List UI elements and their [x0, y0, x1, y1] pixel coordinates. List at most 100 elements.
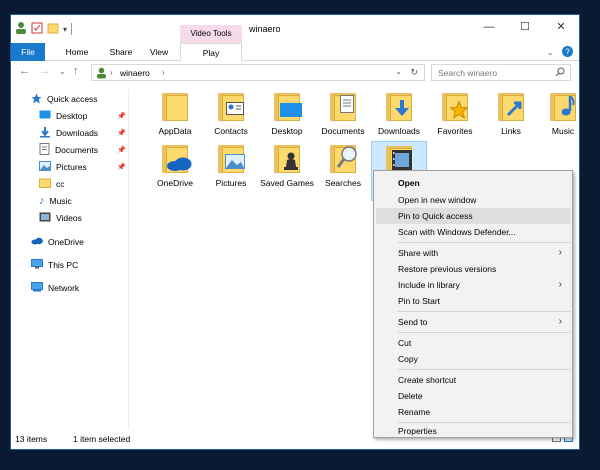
menu-separator: [398, 369, 570, 370]
nav-label: Music: [49, 196, 72, 206]
contacts-folder-icon: [216, 89, 246, 123]
searches-folder-icon: [328, 141, 358, 175]
folder-label: OneDrive: [157, 178, 193, 188]
menu-item-pin-start[interactable]: Pin to Start: [376, 293, 570, 309]
address-dropdown-icon[interactable]: ⌄: [395, 67, 402, 76]
help-icon[interactable]: ?: [562, 46, 573, 59]
tab-view[interactable]: View: [143, 43, 175, 61]
links-folder-icon: [496, 89, 526, 123]
search-input[interactable]: Search winaero: [431, 64, 571, 81]
nav-item-documents[interactable]: Documents: [39, 142, 98, 158]
saved-games-folder-icon: [272, 141, 302, 175]
network-icon: [31, 282, 43, 294]
breadcrumb-winaero[interactable]: winaero: [120, 68, 150, 78]
folder-links[interactable]: Links: [483, 89, 539, 136]
nav-item-onedrive[interactable]: OneDrive: [31, 234, 84, 250]
folder-saved-games[interactable]: Saved Games: [259, 141, 315, 188]
menu-separator: [398, 332, 570, 333]
address-bar[interactable]: › winaero › ⌄ ↻: [91, 64, 425, 81]
folder-documents[interactable]: Documents: [315, 89, 371, 136]
music-folder-icon: [548, 89, 578, 123]
menu-item-restore-versions[interactable]: Restore previous versions: [376, 261, 570, 277]
crumb-chevron-icon[interactable]: ›: [162, 68, 165, 77]
folder-onedrive[interactable]: OneDrive: [147, 141, 203, 188]
downloads-folder-icon: [384, 89, 414, 123]
menu-item-delete[interactable]: Delete: [376, 388, 570, 404]
folder-label: Contacts: [214, 126, 248, 136]
menu-label: Share with: [398, 248, 439, 258]
navigation-pane: Quick access Desktop 📌 Downloads 📌 Docum…: [11, 89, 129, 429]
close-button[interactable]: ✕: [543, 15, 579, 39]
expand-ribbon-icon[interactable]: ⌄: [546, 47, 554, 58]
onedrive-folder-icon: [160, 141, 192, 175]
menu-item-copy[interactable]: Copy: [376, 351, 570, 367]
nav-label: This PC: [48, 260, 79, 270]
folder-desktop[interactable]: Desktop: [259, 89, 315, 136]
pin-icon[interactable]: 📌: [117, 146, 126, 154]
nav-item-pictures[interactable]: Pictures: [39, 159, 87, 175]
folder-favorites[interactable]: Favorites: [427, 89, 483, 136]
folder-label: Searches: [325, 178, 361, 188]
nav-item-cc[interactable]: cc: [39, 176, 65, 192]
pin-icon[interactable]: 📌: [117, 112, 126, 120]
nav-label: Videos: [56, 213, 82, 223]
minimize-button[interactable]: —: [471, 15, 507, 39]
folder-label: Pictures: [215, 178, 247, 188]
up-icon[interactable]: ↑: [73, 65, 79, 77]
menu-item-rename[interactable]: Rename: [376, 404, 570, 420]
nav-item-videos[interactable]: Videos: [39, 210, 82, 226]
tab-file[interactable]: File: [11, 43, 45, 61]
nav-item-this-pc[interactable]: This PC: [31, 257, 78, 273]
maximize-button[interactable]: ☐: [507, 15, 543, 39]
tab-home[interactable]: Home: [59, 43, 95, 61]
qat-divider: [71, 23, 73, 35]
tab-play[interactable]: Play: [180, 43, 242, 61]
nav-item-desktop[interactable]: Desktop: [39, 108, 87, 124]
nav-item-quick-access[interactable]: Quick access: [31, 91, 98, 107]
documents-folder-icon: [328, 89, 358, 123]
tab-share[interactable]: Share: [103, 43, 139, 61]
folder-music[interactable]: Music: [535, 89, 591, 136]
menu-item-create-shortcut[interactable]: Create shortcut: [376, 372, 570, 388]
nav-item-downloads[interactable]: Downloads: [39, 125, 98, 141]
folder-icon: [160, 89, 190, 123]
menu-item-cut[interactable]: Cut: [376, 335, 570, 351]
recent-locations-icon[interactable]: ⌄: [59, 67, 66, 76]
menu-item-pin-quick-access[interactable]: Pin to Quick access: [376, 208, 570, 224]
ribbon-right-controls: ⌄ ?: [546, 46, 573, 59]
nav-item-music[interactable]: ♪ Music: [39, 193, 72, 209]
ribbon-tabs: File Home Share View Play ⌄ ?: [11, 43, 579, 61]
crumb-separator-icon: ›: [110, 68, 113, 77]
folder-label: Documents: [321, 126, 365, 136]
pin-icon[interactable]: 📌: [117, 163, 126, 171]
document-icon: [39, 143, 50, 157]
menu-item-scan-defender[interactable]: Scan with Windows Defender...: [376, 224, 570, 240]
folder-contacts[interactable]: Contacts: [203, 89, 259, 136]
menu-item-send-to[interactable]: Send to ›: [376, 314, 570, 330]
folder-appdata[interactable]: AppData: [147, 89, 203, 136]
menu-item-share-with[interactable]: Share with ›: [376, 245, 570, 261]
pin-icon[interactable]: 📌: [117, 129, 126, 137]
download-icon: [39, 126, 51, 140]
menu-item-open[interactable]: Open: [376, 175, 570, 191]
properties-icon[interactable]: [31, 22, 43, 36]
folder-pictures[interactable]: Pictures: [203, 141, 259, 188]
folder-downloads[interactable]: Downloads: [371, 89, 427, 136]
back-icon[interactable]: ←: [19, 65, 30, 77]
selected-count: 1 item selected: [73, 434, 131, 444]
menu-item-properties[interactable]: Properties: [376, 423, 570, 439]
refresh-icon[interactable]: ↻: [410, 67, 418, 78]
nav-item-network[interactable]: Network: [31, 280, 79, 296]
search-icon[interactable]: [555, 67, 565, 79]
menu-item-include-library[interactable]: Include in library ›: [376, 277, 570, 293]
forward-icon[interactable]: →: [39, 65, 50, 77]
folder-searches[interactable]: Searches: [315, 141, 371, 188]
qat-dropdown-icon[interactable]: ▾: [63, 25, 67, 34]
star-icon: [31, 93, 42, 106]
nav-label: Documents: [55, 145, 98, 155]
menu-item-open-new-window[interactable]: Open in new window: [376, 192, 570, 208]
new-folder-icon[interactable]: [47, 22, 59, 36]
window-controls: — ☐ ✕: [471, 15, 579, 39]
nav-label: Quick access: [47, 94, 98, 104]
submenu-arrow-icon: ›: [558, 316, 562, 327]
